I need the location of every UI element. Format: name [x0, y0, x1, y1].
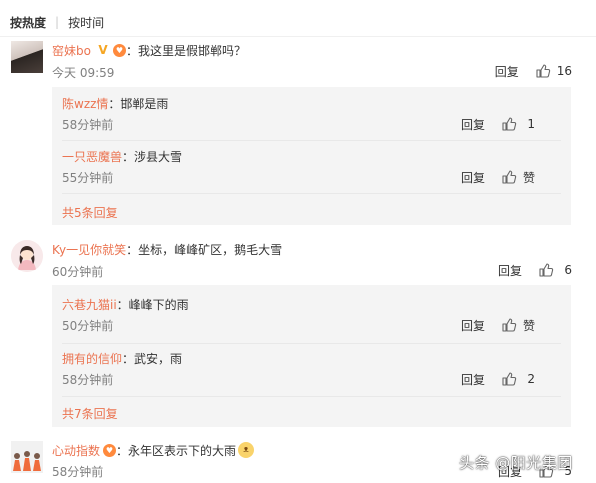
divider — [0, 36, 596, 37]
like-count: 2 — [527, 372, 535, 386]
reply-actions: 回复 1 — [461, 115, 535, 133]
thumbs-up-icon[interactable] — [535, 63, 551, 79]
comment-text: ：永年区表示下的大雨 — [116, 443, 237, 458]
username-link[interactable]: 陈wzz情 — [62, 95, 108, 112]
sort-bar: 按热度 | 按时间 — [10, 13, 104, 31]
reply-line: 拥有的信仰 ：武安，雨 — [62, 349, 182, 367]
username-link[interactable]: Ky一见你就笑 — [52, 241, 126, 258]
like-count: 赞 — [522, 170, 535, 185]
reply-actions: 回复 赞 — [461, 168, 535, 186]
more-replies-link[interactable]: 共5条回复 — [62, 204, 118, 221]
username-link[interactable]: 一只恶魔兽 — [62, 148, 122, 165]
like-count: 16 — [556, 64, 572, 78]
more-replies-link[interactable]: 共7条回复 — [62, 405, 118, 422]
reply-time: 50分钟前 — [62, 319, 114, 333]
fan-heart-icon: ♥ — [103, 443, 117, 457]
like-count: 1 — [527, 117, 535, 131]
reply-actions: 回复 2 — [461, 370, 535, 388]
thumbs-up-icon[interactable] — [538, 262, 554, 278]
avatar-face-icon — [11, 240, 43, 272]
reply-item: 一只恶魔兽 ：涉县大雪 55分钟前 回复 赞 — [52, 147, 571, 199]
comment-line: 窑妹bo V ♥ ：我这里是假邯郸吗？ — [52, 41, 246, 59]
sort-by-time-tab[interactable]: 按时间 — [68, 14, 104, 31]
comment-actions: 回复 6 — [498, 261, 572, 279]
divider — [62, 343, 561, 344]
dog-face-emoji-icon: ᴥ — [238, 442, 255, 458]
comment-line: 心动指数 ♥ ：永年区表示下的大雨 ᴥ — [52, 441, 255, 459]
like-count: 赞 — [522, 318, 535, 333]
reply-item: 拥有的信仰 ：武安，雨 58分钟前 回复 2 — [52, 349, 571, 401]
reply-button[interactable]: 回复 — [461, 371, 485, 388]
reply-button[interactable]: 回复 — [461, 317, 485, 334]
thumbs-up-icon[interactable] — [501, 116, 517, 132]
username-link[interactable]: 心动指数 — [52, 442, 100, 459]
reply-time: 58分钟前 — [62, 118, 114, 132]
avatar[interactable] — [11, 41, 43, 73]
divider — [62, 140, 561, 141]
sort-separator: | — [55, 15, 60, 29]
reply-line: 陈wzz情 ：邯郸是雨 — [62, 94, 168, 112]
reply-button[interactable]: 回复 — [461, 116, 485, 133]
comment-time: 60分钟前 — [52, 265, 104, 279]
fan-heart-icon: ♥ — [112, 43, 126, 57]
thumbs-up-icon[interactable] — [501, 317, 517, 333]
comment-actions: 回复 16 — [495, 62, 572, 80]
comment-line: Ky一见你就笑 ：坐标，峰峰矿区，鹅毛大雪 — [52, 240, 282, 258]
watermark-text: 头条 @阳光集团 — [459, 454, 573, 472]
reply-list: 六巷九猫ii ：峰峰下的雨 50分钟前 回复 赞 拥有的信仰 ：武安，雨 58分… — [52, 285, 571, 427]
reply-list: 陈wzz情 ：邯郸是雨 58分钟前 回复 1 一只恶魔兽 ：涉县大雪 55分钟前… — [52, 87, 571, 225]
reply-item: 六巷九猫ii ：峰峰下的雨 50分钟前 回复 赞 — [52, 295, 571, 347]
comment-time: 今天 09:59 — [52, 66, 115, 80]
reply-time: 58分钟前 — [62, 373, 114, 387]
avatar[interactable] — [11, 441, 43, 473]
reply-text: ：邯郸是雨 — [108, 96, 169, 111]
username-link[interactable]: 拥有的信仰 — [62, 350, 122, 367]
comment-time: 58分钟前 — [52, 465, 104, 479]
comment-text: ：我这里是假邯郸吗？ — [125, 43, 246, 58]
username-link[interactable]: 六巷九猫ii — [62, 296, 117, 313]
reply-line: 一只恶魔兽 ：涉县大雪 — [62, 147, 182, 165]
reply-text: ：涉县大雪 — [122, 149, 183, 164]
like-count: 6 — [564, 263, 572, 277]
reply-line: 六巷九猫ii ：峰峰下的雨 — [62, 295, 189, 313]
divider — [62, 396, 561, 397]
reply-button[interactable]: 回复 — [498, 262, 522, 279]
reply-time: 55分钟前 — [62, 171, 114, 185]
divider — [62, 193, 561, 194]
reply-button[interactable]: 回复 — [495, 63, 519, 80]
thumbs-up-icon[interactable] — [501, 169, 517, 185]
comment-text: ：坐标，峰峰矿区，鹅毛大雪 — [126, 242, 283, 257]
sort-by-hot-tab[interactable]: 按热度 — [10, 14, 46, 31]
reply-actions: 回复 赞 — [461, 316, 535, 334]
verified-v-icon: V — [98, 43, 108, 57]
username-link[interactable]: 窑妹bo — [52, 42, 91, 59]
reply-button[interactable]: 回复 — [461, 169, 485, 186]
avatar-group-icon — [11, 441, 43, 473]
avatar[interactable] — [11, 240, 43, 272]
reply-item: 陈wzz情 ：邯郸是雨 58分钟前 回复 1 — [52, 94, 571, 146]
reply-text: ：武安，雨 — [122, 351, 183, 366]
reply-text: ：峰峰下的雨 — [116, 297, 189, 312]
thumbs-up-icon[interactable] — [501, 371, 517, 387]
